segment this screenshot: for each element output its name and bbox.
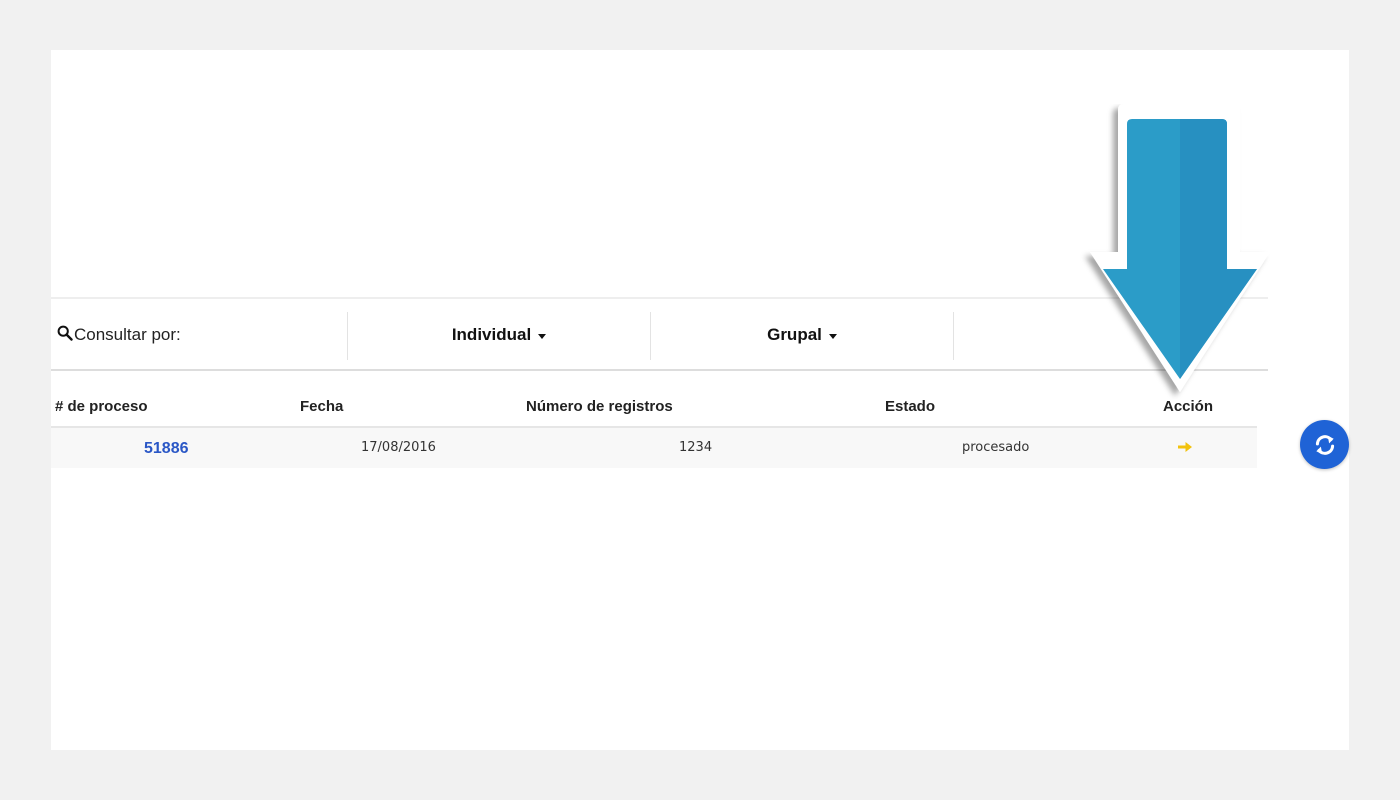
table-row: 51886 17/08/2016 1234 procesado: [51, 428, 1257, 468]
individual-dropdown[interactable]: Individual: [348, 299, 650, 371]
grupal-dropdown[interactable]: Grupal: [651, 299, 953, 371]
consult-label: Consultar por:: [57, 299, 181, 371]
down-arrow-callout-icon: [1090, 104, 1270, 392]
search-icon: [57, 325, 73, 341]
divider: [953, 312, 954, 360]
row-date: 17/08/2016: [361, 440, 436, 455]
caret-down-icon: [828, 333, 837, 339]
process-id-link[interactable]: 51886: [144, 429, 189, 469]
individual-dropdown-label: Individual: [451, 325, 532, 344]
refresh-button[interactable]: [1300, 420, 1349, 469]
header-date: Fecha: [300, 398, 344, 415]
grupal-dropdown-label: Grupal: [767, 325, 822, 344]
arrow-right-icon[interactable]: [1177, 440, 1193, 454]
caret-down-icon: [538, 333, 547, 339]
header-records: Número de registros: [526, 398, 673, 415]
table-header: # de proceso Fecha Número de registros E…: [51, 377, 1257, 428]
row-records: 1234: [679, 440, 713, 455]
consult-label-text: Consultar por:: [74, 325, 181, 344]
header-status: Estado: [885, 398, 936, 415]
row-status: procesado: [962, 440, 1030, 455]
refresh-icon: [1315, 434, 1334, 455]
header-process-number: # de proceso: [55, 398, 148, 415]
